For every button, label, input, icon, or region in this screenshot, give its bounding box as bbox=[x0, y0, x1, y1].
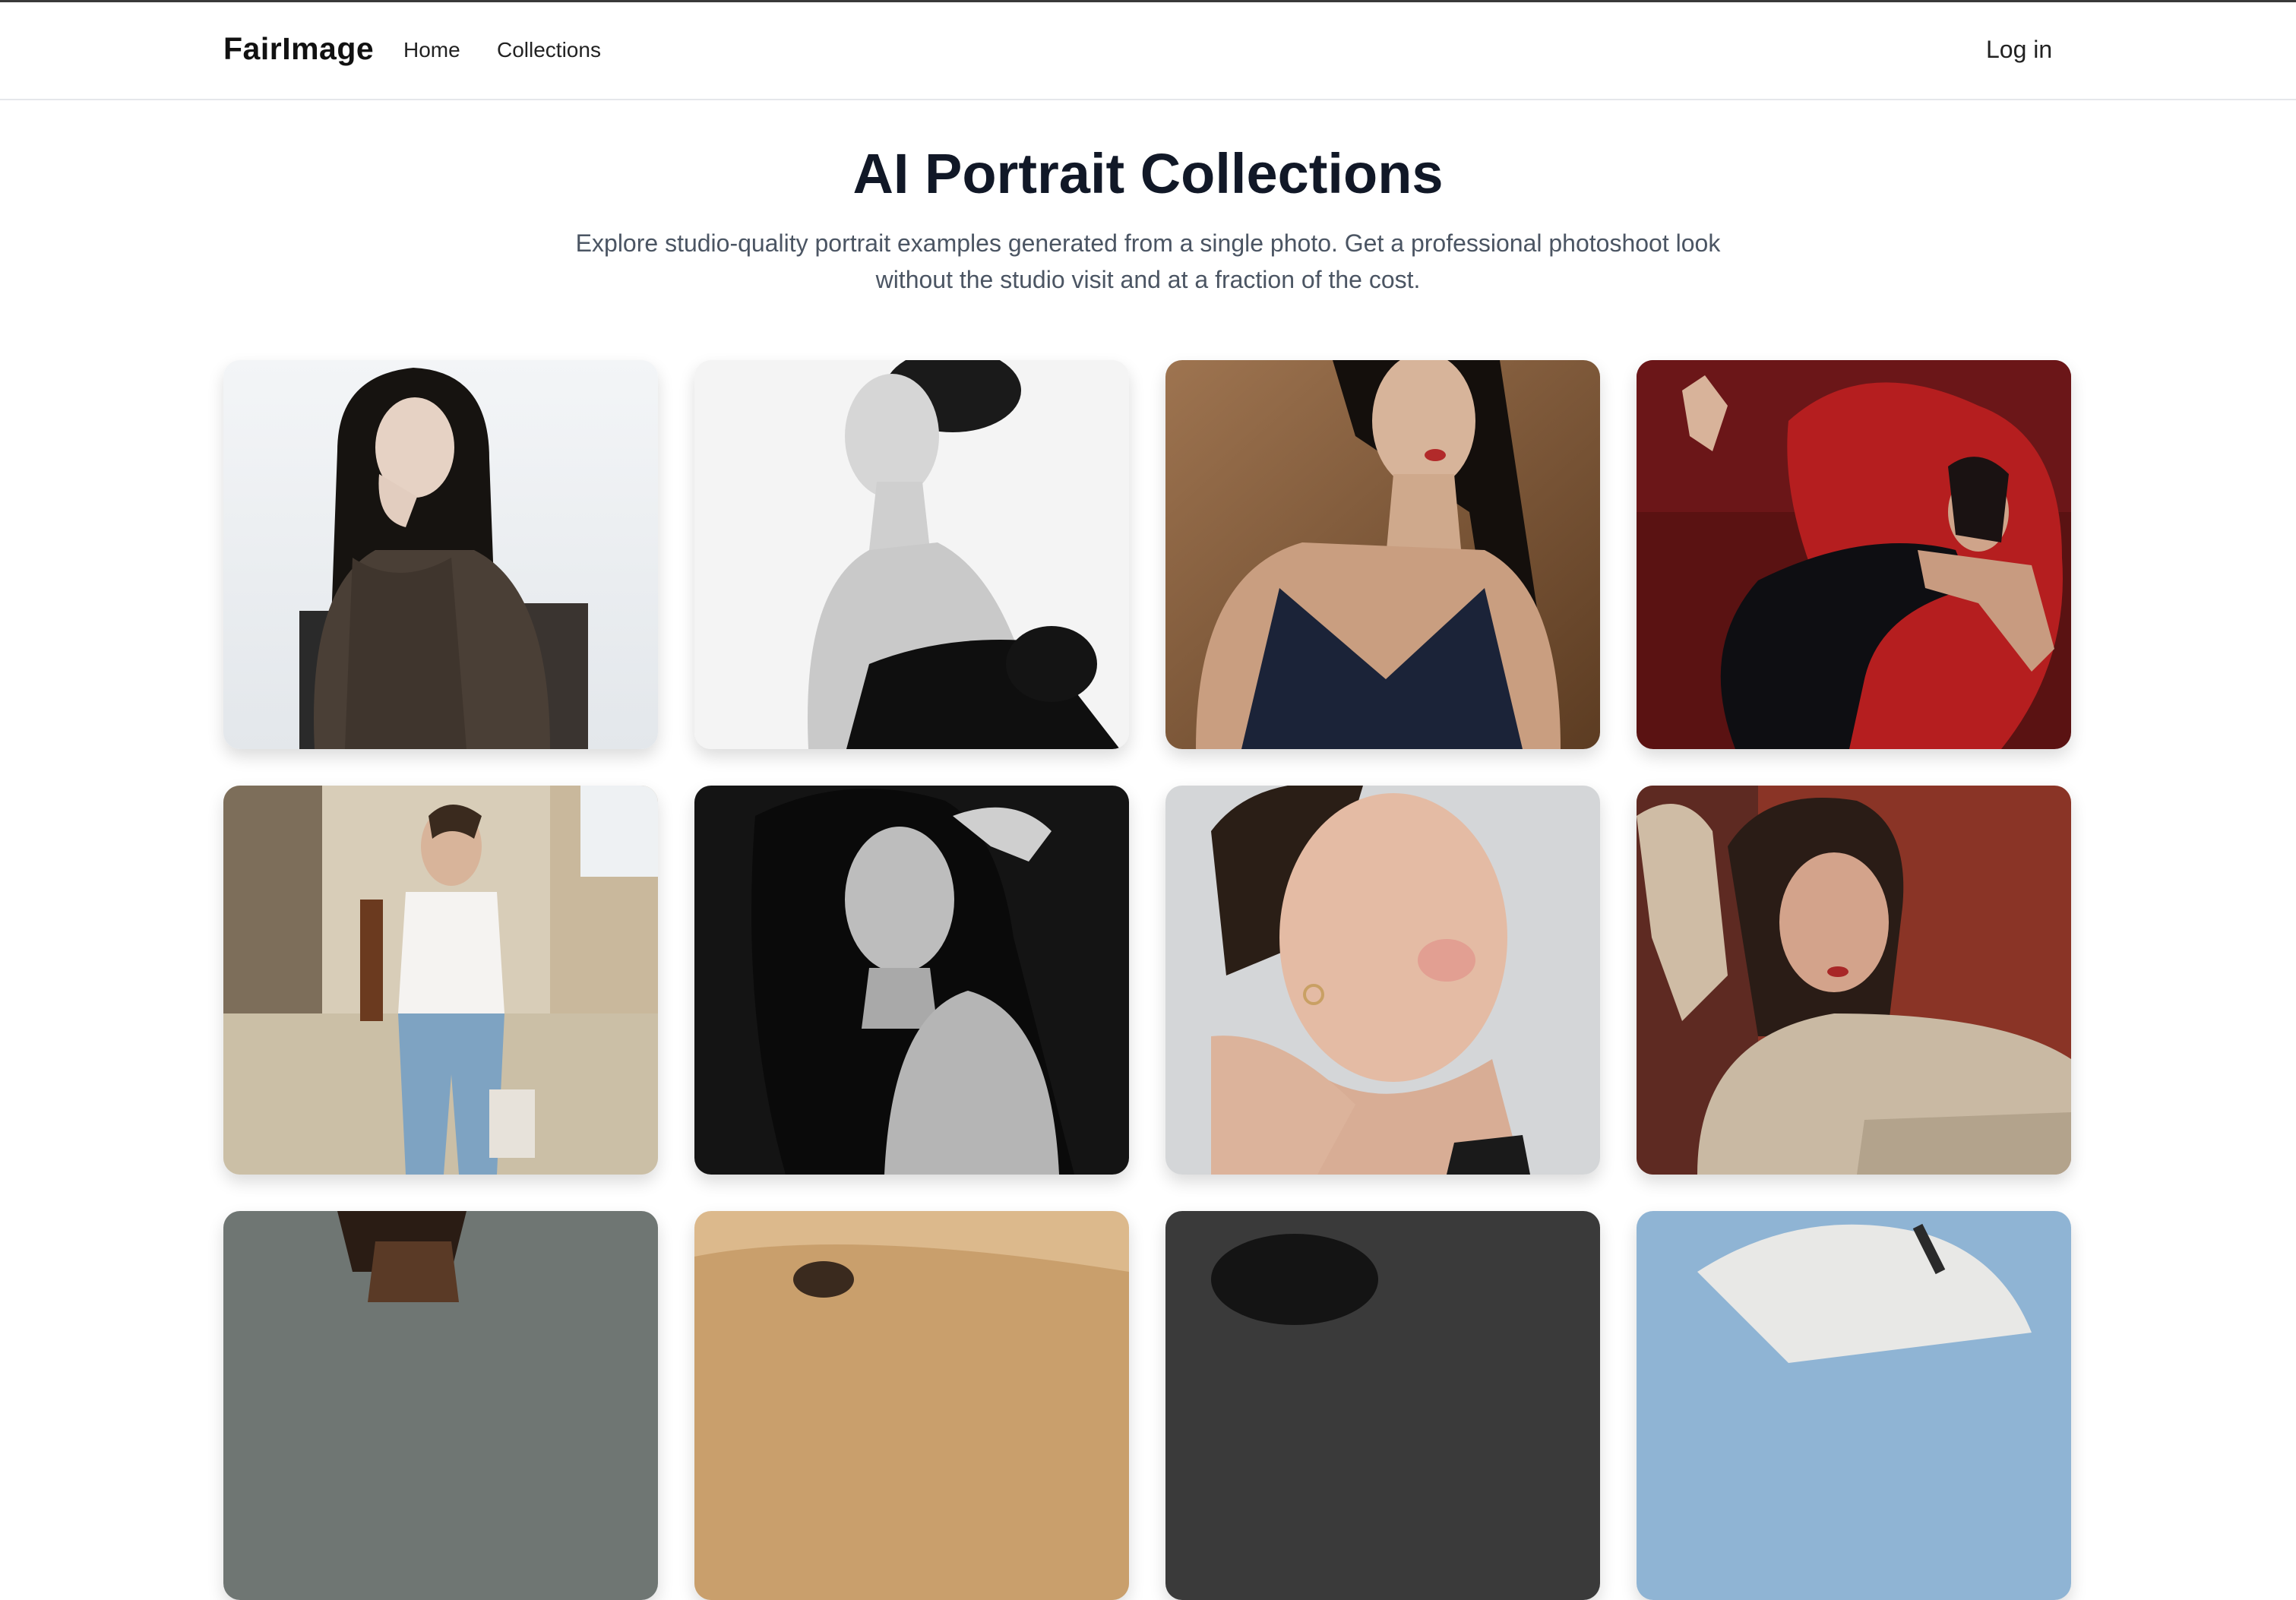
portrait-image bbox=[694, 786, 1129, 1175]
brand-logo[interactable]: FairImage bbox=[223, 31, 374, 67]
portrait-image bbox=[694, 1211, 1129, 1600]
gallery-card-bw-profile[interactable] bbox=[694, 360, 1129, 749]
gallery-card-white-horse[interactable] bbox=[1637, 1211, 2071, 1600]
gallery-card-knit-sweater[interactable] bbox=[1637, 786, 2071, 1175]
gallery-card-bw-hair[interactable] bbox=[694, 786, 1129, 1175]
gallery-card-freckles[interactable] bbox=[1165, 786, 1600, 1175]
portrait-image bbox=[1637, 786, 2071, 1175]
subtitle-line-2: without the studio visit and at a fracti… bbox=[875, 266, 1421, 293]
gallery-card-red-sofa[interactable] bbox=[1637, 360, 2071, 749]
portrait-image bbox=[223, 360, 658, 749]
page-subtitle: Explore studio-quality portrait examples… bbox=[540, 225, 1756, 298]
portrait-image bbox=[1165, 786, 1600, 1175]
portrait-image bbox=[1637, 1211, 2071, 1600]
gallery-card-street[interactable] bbox=[223, 786, 658, 1175]
gallery-card-desert[interactable] bbox=[694, 1211, 1129, 1600]
nav-link-collections[interactable]: Collections bbox=[497, 38, 601, 62]
page-title: AI Portrait Collections bbox=[852, 142, 1444, 205]
portrait-image bbox=[223, 786, 658, 1175]
portrait-image bbox=[1165, 360, 1600, 749]
portrait-image bbox=[223, 1211, 658, 1600]
gallery-card-grey-wall[interactable] bbox=[223, 1211, 658, 1600]
portrait-image bbox=[1165, 1211, 1600, 1600]
login-link[interactable]: Log in bbox=[1986, 36, 2052, 64]
navbar: FairImage Home Collections Log in bbox=[0, 2, 2296, 100]
portrait-image bbox=[694, 360, 1129, 749]
subtitle-line-1: Explore studio-quality portrait examples… bbox=[575, 229, 1721, 257]
portrait-image bbox=[1637, 360, 2071, 749]
gallery-card-fur-coat[interactable] bbox=[223, 360, 658, 749]
gallery-card-dark-studio[interactable] bbox=[1165, 1211, 1600, 1600]
gallery-card-sequin-dress[interactable] bbox=[1165, 360, 1600, 749]
nav-link-home[interactable]: Home bbox=[403, 38, 460, 62]
